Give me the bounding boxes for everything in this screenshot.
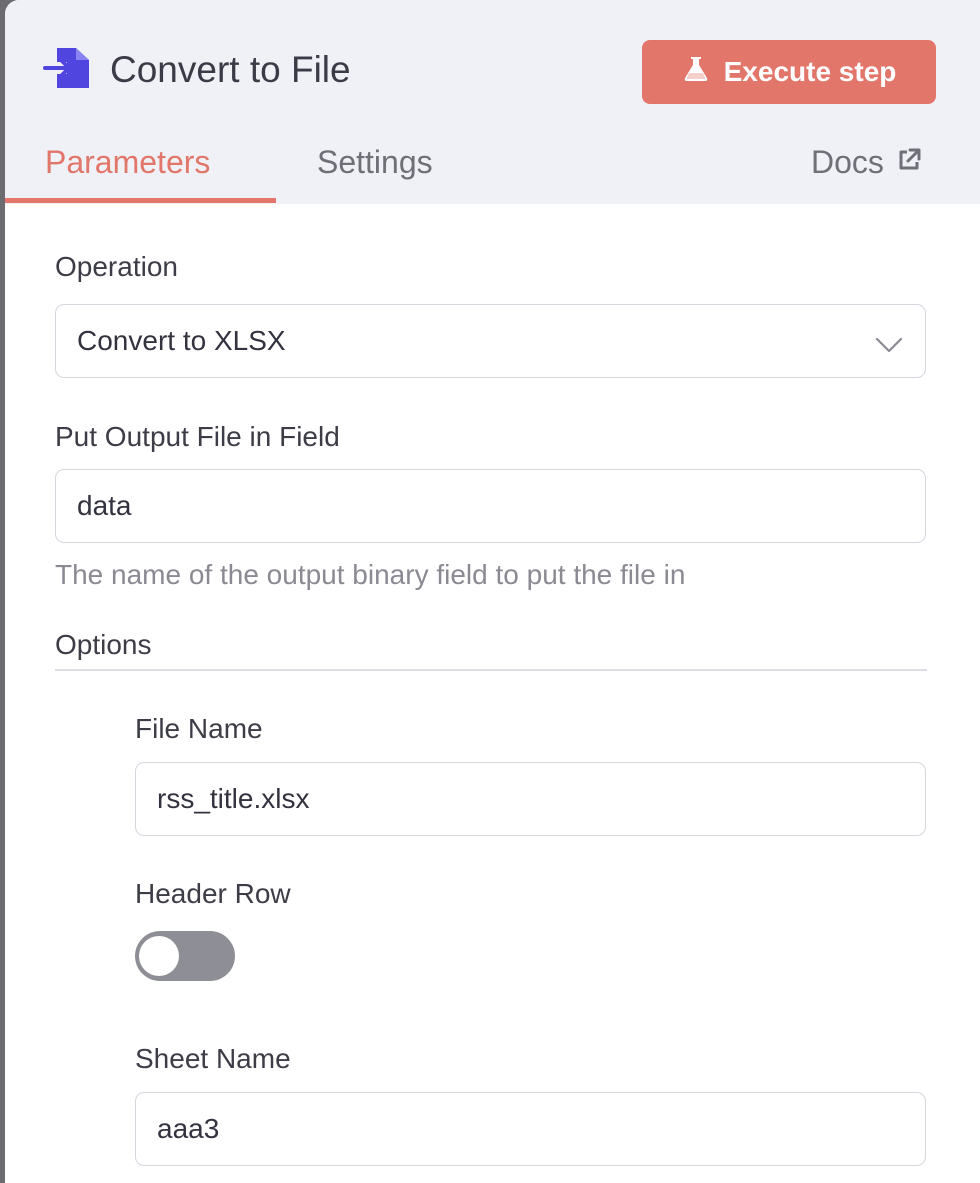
tab-parameters[interactable]: Parameters [45,140,210,184]
active-tab-indicator [5,198,276,203]
options-title: Options [55,629,152,660]
file-name-input[interactable] [157,783,925,815]
header-row-label: Header Row [135,878,291,909]
convert-file-icon [43,46,93,90]
operation-label: Operation [55,251,178,282]
file-name-label: File Name [135,713,263,744]
operation-value: Convert to XLSX [77,325,286,356]
tab-settings[interactable]: Settings [317,140,433,184]
output-field-wrapper [55,469,926,543]
chevron-down-icon [875,330,903,353]
output-field-input[interactable] [77,490,925,522]
panel-header: Convert to File Execute step Parameters … [5,0,980,204]
sheet-name-wrapper [135,1092,926,1166]
external-link-icon [896,140,922,184]
docs-label: Docs [811,144,884,180]
execute-step-button[interactable]: Execute step [642,40,936,104]
options-divider [55,669,927,671]
flask-icon [682,55,710,90]
header-row-toggle[interactable] [135,931,235,981]
execute-step-label: Execute step [723,56,897,87]
docs-link[interactable]: Docs [811,140,922,184]
file-name-wrapper [135,762,926,836]
output-field-label: Put Output File in Field [55,421,340,452]
sheet-name-input[interactable] [157,1113,925,1145]
node-title: Convert to File [110,49,351,90]
node-details-panel: Convert to File Execute step Parameters … [5,0,980,1183]
sheet-name-label: Sheet Name [135,1043,291,1074]
toggle-knob [139,936,179,976]
operation-select[interactable]: Convert to XLSX [55,304,926,378]
output-field-hint: The name of the output binary field to p… [55,559,686,590]
